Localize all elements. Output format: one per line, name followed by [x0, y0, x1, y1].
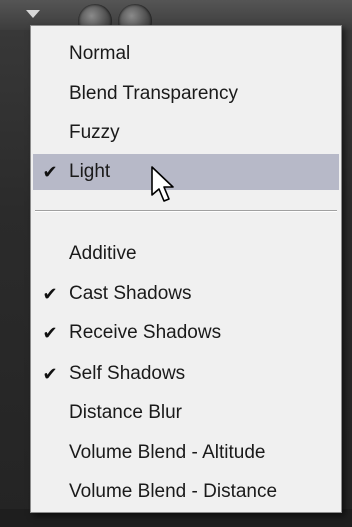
menu-item-cast-shadows[interactable]: ✔ Cast Shadows: [33, 276, 339, 312]
checkmark-icon: [41, 395, 59, 431]
menu-item-additive[interactable]: Additive: [33, 236, 339, 272]
menu-item-distance-blur[interactable]: Distance Blur: [33, 395, 339, 431]
checkmark-icon: ✔: [42, 284, 58, 304]
menu-item-label: Fuzzy: [69, 122, 120, 143]
checkmark-icon: [41, 36, 59, 72]
checkmark-icon: ✔: [42, 323, 58, 343]
menu-separator: [35, 210, 337, 212]
menu-item-receive-shadows[interactable]: ✔ Receive Shadows: [33, 315, 339, 351]
menu-item-blend-transparency[interactable]: Blend Transparency: [33, 76, 339, 112]
menu-item-label: Light: [69, 161, 111, 182]
checkmark-icon: [41, 435, 59, 471]
mouse-pointer-icon: [151, 166, 174, 202]
context-menu: Normal Blend Transparency Fuzzy ✔ Light …: [30, 25, 342, 513]
menu-item-label: Volume Blend - Altitude: [69, 442, 266, 463]
checkmark-icon: [41, 236, 59, 272]
menu-item-label: Blend Transparency: [69, 83, 238, 104]
menu-item-self-shadows[interactable]: ✔ Self Shadows: [33, 356, 339, 392]
menu-item-label: Cast Shadows: [69, 283, 192, 304]
checkmark-icon: [41, 474, 59, 510]
checkmark-icon: [41, 76, 59, 112]
menu-item-label: Normal: [69, 43, 131, 64]
checkmark-icon: [41, 115, 59, 151]
menu-item-normal[interactable]: Normal: [33, 36, 339, 72]
menu-item-volume-blend-distance[interactable]: Volume Blend - Distance: [33, 474, 339, 510]
checkmark-icon: ✔: [42, 364, 58, 384]
checkmark-icon: ✔: [42, 162, 58, 182]
menu-item-fuzzy[interactable]: Fuzzy: [33, 115, 339, 151]
menu-item-label: Distance Blur: [69, 402, 182, 423]
menu-item-label: Receive Shadows: [69, 322, 222, 343]
menu-item-label: Additive: [69, 243, 137, 264]
menu-item-light[interactable]: ✔ Light: [33, 154, 339, 190]
menu-item-label: Volume Blend - Distance: [69, 481, 278, 502]
menu-item-label: Self Shadows: [69, 363, 186, 384]
menu-item-volume-blend-altitude[interactable]: Volume Blend - Altitude: [33, 435, 339, 471]
dropdown-arrow-icon[interactable]: [26, 10, 40, 18]
